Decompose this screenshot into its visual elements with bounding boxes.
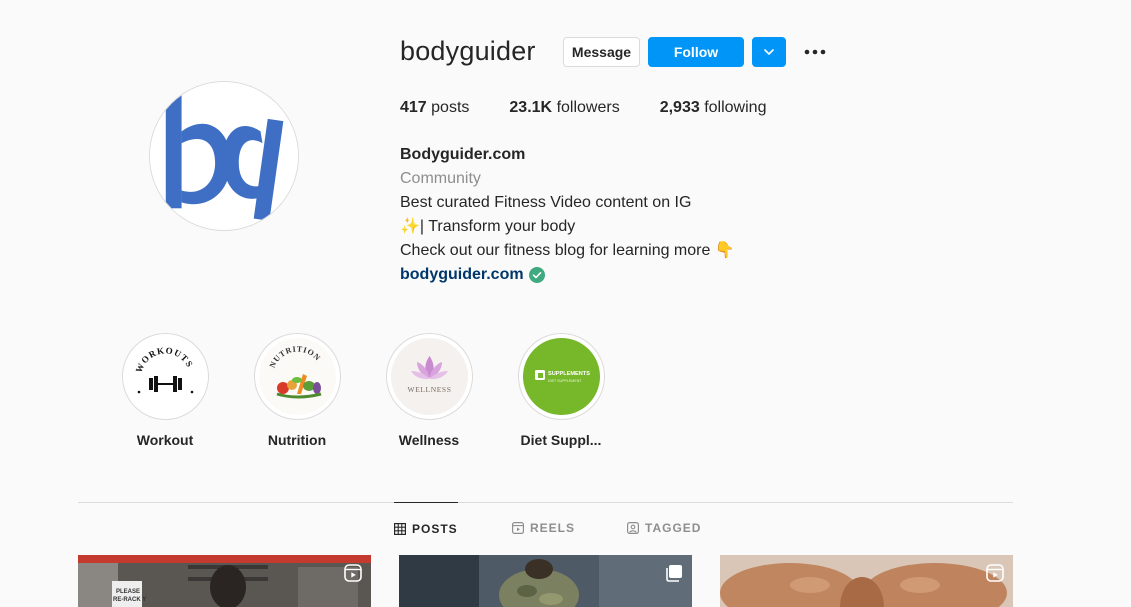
post-tile[interactable]: PLEASE RE-RACK Y	[78, 555, 371, 607]
highlight-ring: SUPPLEMENTS DIET SUPPLEMENT	[517, 333, 605, 420]
profile-tabs: POSTS REELS TAGGED	[78, 502, 1013, 554]
profile-header: bodyguider Message Follow 417 posts 23.1…	[0, 0, 1131, 310]
more-options-button[interactable]	[801, 40, 829, 64]
profile-stats: 417 posts 23.1K followers 2,933 followin…	[400, 99, 806, 117]
more-horizontal-icon	[804, 49, 826, 55]
posts-stat: 417 posts	[400, 99, 469, 117]
highlight-ring: WORKOUTS	[121, 333, 209, 420]
tab-posts[interactable]: POSTS	[394, 502, 458, 554]
highlight-ring: NUTRITION	[253, 333, 341, 420]
lotus-icon: WELLNESS	[390, 338, 468, 415]
highlight-wellness[interactable]: WELLNESS Wellness	[374, 333, 484, 448]
suggested-accounts-button[interactable]	[752, 37, 786, 67]
vegetables-icon: NUTRITION	[258, 338, 336, 415]
highlight-cover: SUPPLEMENTS DIET SUPPLEMENT	[522, 338, 600, 415]
reel-icon	[986, 564, 1004, 582]
bio-name: Bodyguider.com	[400, 146, 526, 163]
verified-check-icon	[528, 267, 545, 283]
posts-label: posts	[431, 99, 470, 116]
profile-bio: Bodyguider.com Community Best curated Fi…	[400, 143, 820, 287]
tab-reels[interactable]: REELS	[512, 502, 575, 554]
bio-category: Community	[400, 170, 481, 187]
bio-line-1: Best curated Fitness Video content on IG	[400, 194, 692, 211]
following-stat[interactable]: 2,933 following	[660, 99, 767, 117]
bio-website-text: bodyguider.com	[400, 266, 524, 283]
post-thumbnail: PLEASE RE-RACK Y	[78, 555, 371, 607]
bodyguider-logo-icon	[150, 82, 298, 230]
followers-stat[interactable]: 23.1K followers	[509, 99, 619, 117]
posts-grid: PLEASE RE-RACK Y	[78, 555, 1013, 607]
posts-count: 417	[400, 99, 427, 116]
highlight-label: Diet Suppl...	[520, 432, 602, 448]
post-thumbnail	[399, 555, 692, 607]
post-tile[interactable]	[399, 555, 692, 607]
highlight-diet-supplements[interactable]: SUPPLEMENTS DIET SUPPLEMENT Diet Suppl..…	[506, 333, 616, 448]
supplements-art-subtext: DIET SUPPLEMENT	[548, 379, 582, 383]
highlight-cover: WORKOUTS	[126, 338, 204, 415]
followers-label: followers	[556, 99, 620, 116]
profile-avatar[interactable]	[149, 81, 299, 231]
highlight-cover: NUTRITION	[258, 338, 336, 415]
highlight-workout[interactable]: WORKOUTS Workout	[110, 333, 220, 448]
reels-icon	[512, 522, 524, 534]
tagged-icon	[627, 522, 639, 534]
post-sign-line2: RE-RACK Y	[113, 597, 146, 603]
carousel-icon	[666, 565, 682, 582]
bio-website-link[interactable]: bodyguider.com	[400, 263, 545, 287]
reel-icon	[344, 564, 362, 582]
bio-line-3: Check out our fitness blog for learning …	[400, 242, 735, 259]
message-button[interactable]: Message	[563, 37, 640, 67]
following-label: following	[704, 99, 767, 116]
highlight-ring: WELLNESS	[385, 333, 473, 420]
post-thumbnail	[720, 555, 1013, 607]
supplements-icon: SUPPLEMENTS DIET SUPPLEMENT	[522, 338, 600, 415]
following-count: 2,933	[659, 99, 700, 116]
supplements-art-text: SUPPLEMENTS	[548, 371, 590, 377]
highlight-label: Wellness	[398, 432, 460, 448]
highlight-cover: WELLNESS	[390, 338, 468, 415]
dumbbell-icon: WORKOUTS	[126, 338, 204, 415]
follow-button[interactable]: Follow	[648, 37, 744, 67]
wellness-art-text: WELLNESS	[407, 385, 451, 394]
post-sign-line1: PLEASE	[116, 589, 140, 595]
bio-line-2: ✨| Transform your body	[400, 218, 576, 235]
tab-tagged-label: TAGGED	[645, 521, 702, 535]
highlight-label: Workout	[136, 432, 194, 448]
tab-reels-label: REELS	[530, 521, 576, 535]
post-tile[interactable]	[720, 555, 1013, 607]
tab-posts-label: POSTS	[412, 521, 458, 536]
highlight-nutrition[interactable]: NUTRITION Nutrition	[242, 333, 352, 448]
profile-username: bodyguider	[400, 36, 536, 66]
tab-tagged[interactable]: TAGGED	[627, 502, 701, 554]
chevron-down-icon	[764, 49, 774, 55]
followers-count: 23.1K	[509, 99, 553, 116]
grid-icon	[394, 522, 406, 535]
story-highlights: WORKOUTS Workout NUTRITION Nutrition WEL…	[78, 333, 778, 453]
highlight-label: Nutrition	[267, 432, 327, 448]
